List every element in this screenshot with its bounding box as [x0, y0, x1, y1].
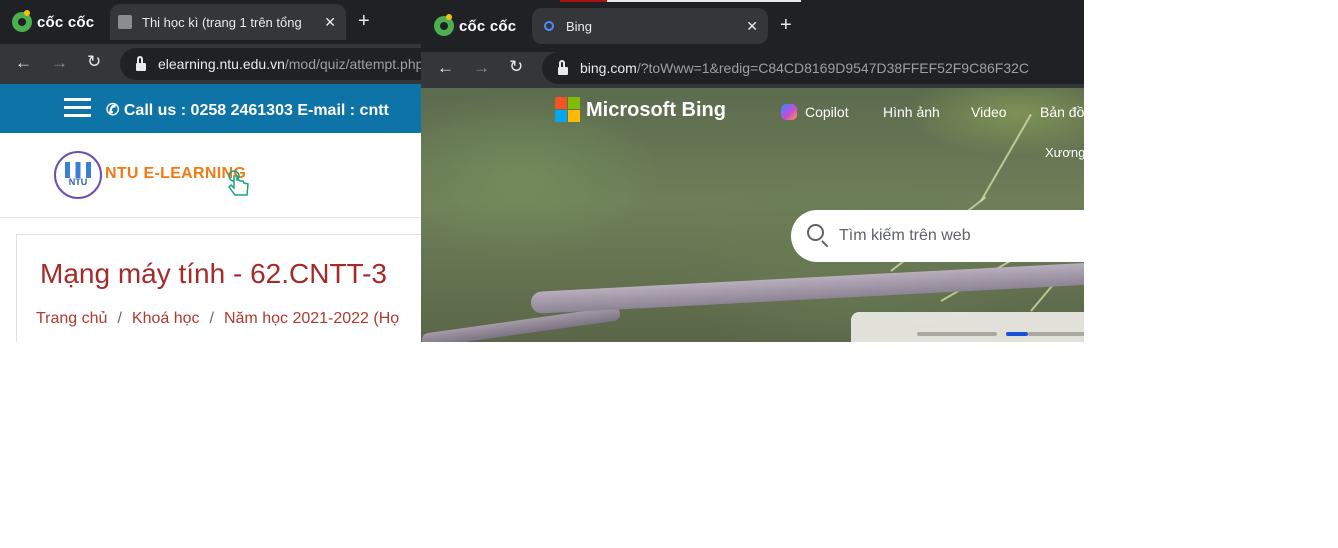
forward-button[interactable]: →	[51, 53, 68, 73]
nav-videos[interactable]: Video	[971, 104, 1007, 120]
copilot-icon[interactable]	[781, 104, 797, 120]
ntu-emblem-icon[interactable]: NTU	[54, 151, 102, 199]
feed-carousel	[851, 312, 1084, 342]
back-button[interactable]: ←	[437, 58, 454, 78]
toolbar: ← → ↻ bing.com/?toWww=1&redig=C84CD8169D…	[421, 52, 1084, 88]
lock-icon[interactable]	[558, 60, 568, 75]
search-icon[interactable]	[807, 224, 824, 241]
address-bar[interactable]: elearning.ntu.edu.vn/mod/quiz/attempt.ph…	[120, 48, 421, 80]
site-logo-text[interactable]: NTU E-LEARNING	[105, 165, 246, 183]
reload-button[interactable]: ↻	[87, 52, 101, 72]
url-text: elearning.ntu.edu.vn/mod/quiz/attempt.ph…	[158, 56, 421, 72]
breadcrumb-term-link[interactable]: Năm học 2021-2022 (Họ	[224, 310, 399, 327]
sub-nav-link[interactable]: Xương	[1045, 145, 1084, 160]
breadcrumb-home-link[interactable]: Trang chủ	[36, 310, 107, 327]
reload-button[interactable]: ↻	[509, 57, 523, 77]
page-title: Mạng máy tính - 62.CNTT-3	[40, 258, 388, 289]
breadcrumb-courses-link[interactable]: Khoá học	[132, 310, 200, 327]
tab-strip: cốc cốc Bing ✕ +	[421, 0, 1084, 52]
tab-title: Bing	[566, 18, 593, 34]
new-tab-button[interactable]: +	[358, 10, 370, 33]
tab-bing[interactable]: Bing ✕	[532, 8, 768, 44]
carousel-indicator-active[interactable]	[1006, 332, 1028, 336]
tab-title: Thi học kì (trang 1 trên tổng	[142, 14, 302, 30]
breadcrumb: Trang chủ / Khoá học / Năm học 2021-2022 (Họ	[36, 310, 400, 327]
search-box[interactable]: Tìm kiếm trên web	[791, 210, 1084, 262]
window-edge-accent	[560, 0, 607, 2]
nav-copilot[interactable]: Copilot	[805, 104, 849, 120]
close-tab-icon[interactable]: ✕	[746, 18, 758, 35]
microsoft-logo-icon[interactable]	[555, 97, 580, 122]
coccoc-logo[interactable]: cốc cốc	[12, 10, 95, 32]
coccoc-icon	[434, 14, 454, 36]
tab-strip: cốc cốc Thi học kì (trang 1 trên tổng ✕ …	[0, 0, 421, 44]
bing-favicon-icon	[544, 21, 554, 31]
coccoc-logo-text: cốc cốc	[459, 17, 517, 35]
tab-elearning[interactable]: Thi học kì (trang 1 trên tổng ✕	[110, 4, 346, 40]
carousel-indicator[interactable]	[1028, 332, 1084, 336]
nav-images[interactable]: Hình ảnh	[883, 104, 940, 120]
bing-browser-window: cốc cốc Bing ✕ + ← → ↻ bing.com/?toWww=1…	[421, 0, 1084, 342]
back-button[interactable]: ←	[15, 53, 32, 73]
url-text: bing.com/?toWww=1&redig=C84CD8169D9547D3…	[580, 60, 1030, 76]
address-bar[interactable]: bing.com/?toWww=1&redig=C84CD8169D9547D3…	[542, 52, 1084, 84]
forward-button[interactable]: →	[473, 58, 490, 78]
contact-info: ✆ Call us : 0258 2461303 E-mail : cntt	[106, 102, 389, 119]
coccoc-logo-text: cốc cốc	[37, 13, 95, 31]
phone-icon: ✆	[106, 102, 120, 119]
search-input[interactable]: Tìm kiếm trên web	[839, 227, 971, 245]
hamburger-menu-icon[interactable]	[64, 98, 91, 118]
nav-maps[interactable]: Bản đồ	[1040, 104, 1084, 120]
coccoc-logo[interactable]: cốc cốc	[434, 14, 517, 36]
close-tab-icon[interactable]: ✕	[324, 14, 336, 31]
window-edge-highlight	[607, 0, 801, 2]
bing-brand-text[interactable]: Microsoft Bing	[586, 99, 726, 122]
new-tab-button[interactable]: +	[780, 14, 792, 37]
lock-icon[interactable]	[136, 56, 146, 71]
elearning-browser-window: cốc cốc Thi học kì (trang 1 trên tổng ✕ …	[0, 0, 421, 342]
carousel-indicator[interactable]	[917, 332, 997, 336]
coccoc-icon	[12, 10, 32, 32]
toolbar: ← → ↻ elearning.ntu.edu.vn/mod/quiz/atte…	[0, 44, 421, 84]
page-favicon-icon	[118, 15, 132, 29]
pointer-hand-icon	[228, 170, 249, 196]
